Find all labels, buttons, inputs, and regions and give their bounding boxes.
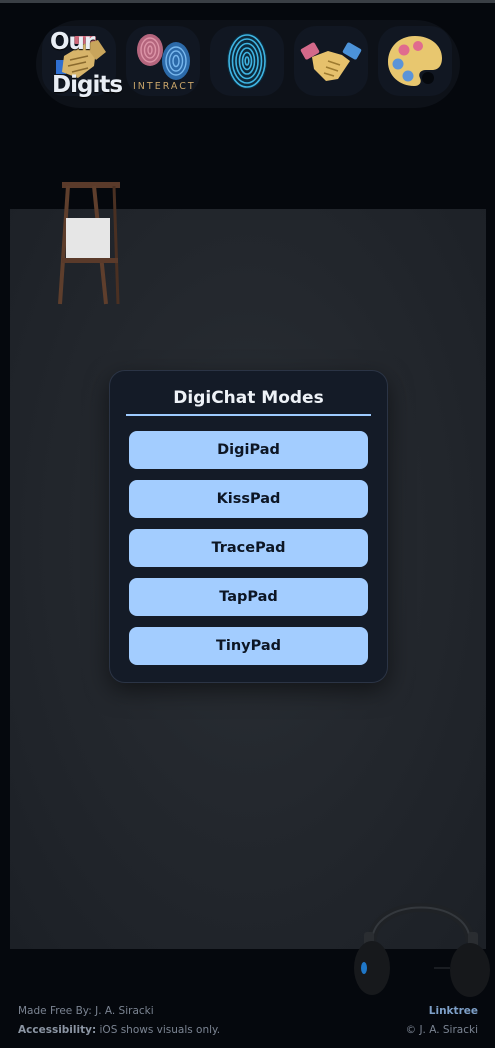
- fingerprint-button[interactable]: [210, 26, 284, 96]
- accessibility-note: Accessibility: iOS shows visuals only.: [18, 1024, 220, 1036]
- fingerprint-icon: [227, 33, 267, 89]
- interact-label: INTERACT: [133, 81, 196, 92]
- easel-icon: [58, 182, 120, 305]
- mode-button-tracepad[interactable]: TracePad: [129, 529, 368, 567]
- palette-button[interactable]: [378, 26, 452, 96]
- copyright-text: © J. A. Siracki: [405, 1024, 478, 1036]
- mode-button-tappad[interactable]: TapPad: [129, 578, 368, 616]
- palette-icon: [388, 36, 442, 86]
- dialog-title: DigiChat Modes: [173, 388, 324, 408]
- accessibility-text: iOS shows visuals only.: [96, 1024, 221, 1036]
- logo-text-our: Our: [50, 29, 95, 55]
- top-border: [0, 0, 495, 3]
- digichat-modes-dialog: DigiChat Modes DigiPad KissPad TracePad …: [109, 370, 388, 683]
- accessibility-label: Accessibility:: [18, 1024, 97, 1036]
- linktree-link-wrapper: Linktree: [429, 1005, 478, 1017]
- handshake-icon: [300, 42, 362, 81]
- logo-text-digits: Digits: [52, 72, 123, 98]
- handshake-button[interactable]: [294, 26, 368, 96]
- title-divider: [126, 414, 371, 416]
- headphones-icon[interactable]: [350, 872, 492, 1002]
- mode-button-digipad[interactable]: DigiPad: [129, 431, 368, 469]
- mode-button-tinypad[interactable]: TinyPad: [129, 627, 368, 665]
- linktree-link[interactable]: Linktree: [429, 1005, 478, 1017]
- mode-button-kisspad[interactable]: KissPad: [129, 480, 368, 518]
- made-by-text: Made Free By: J. A. Siracki: [18, 1005, 154, 1017]
